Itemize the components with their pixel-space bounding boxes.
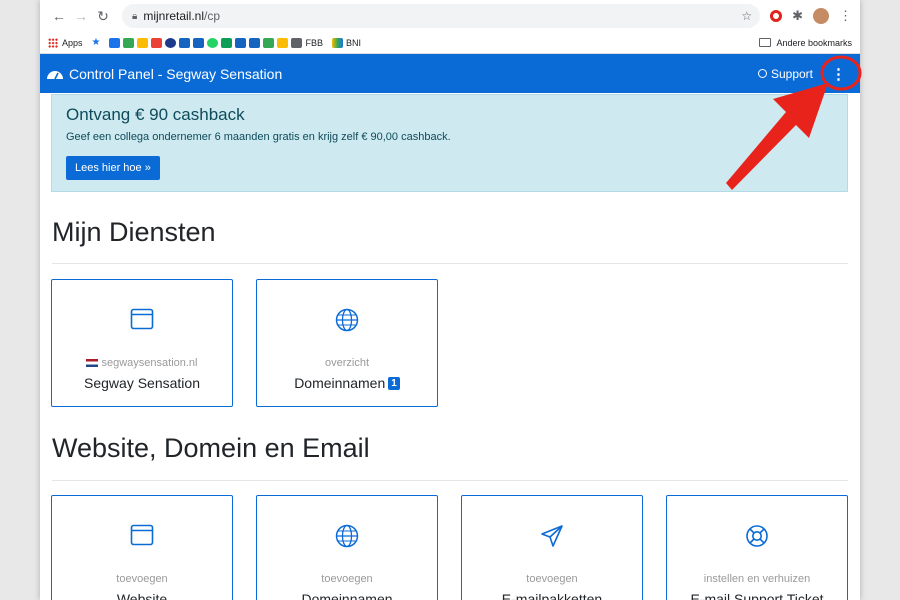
card-emailpakketten-toevoegen[interactable]: toevoegen E-mailpakketten — [461, 495, 643, 600]
card-icon-wrap — [52, 308, 232, 330]
cashback-banner: Ontvang € 90 cashback Geef een collega o… — [51, 94, 848, 192]
section-title-website-domein-email: Website, Domein en Email — [52, 433, 370, 463]
url-path: /cp — [204, 9, 221, 23]
globe-icon — [335, 524, 359, 548]
card-website-toevoegen[interactable]: toevoegen Website — [51, 495, 233, 600]
page-title: Control Panel - Segway Sensation — [69, 65, 283, 82]
card-icon-wrap — [257, 308, 437, 332]
star-icon[interactable]: ☆ — [741, 9, 752, 23]
card-subtitle: instellen en verhuizen — [703, 573, 811, 585]
divider — [52, 480, 848, 481]
folder-icon — [759, 38, 772, 47]
browser-menu-icon[interactable]: ⋮ — [839, 8, 852, 24]
other-bookmarks-label: Andere bookmarks — [776, 37, 852, 48]
bookmark-label: BNI — [346, 37, 362, 48]
bookmark-icon[interactable] — [277, 37, 289, 48]
card-subtitle: toevoegen — [526, 573, 578, 585]
banner-text: Geef een collega ondernemer 6 maanden gr… — [66, 131, 451, 143]
card-title: Segway Sensation — [84, 375, 200, 391]
bookmark-fbb[interactable]: FBB — [291, 37, 323, 48]
bookmark-star[interactable]: ★ — [92, 37, 101, 48]
bookmark-icon[interactable] — [109, 37, 121, 48]
read-more-button[interactable]: Lees hier hoe » — [66, 156, 160, 180]
other-bookmarks[interactable]: Andere bookmarks — [759, 38, 852, 48]
bookmark-icon[interactable] — [123, 37, 135, 48]
profile-avatar[interactable] — [813, 8, 829, 24]
card-title: E-mail Support Ticket — [690, 591, 824, 600]
card-icon-wrap — [667, 524, 847, 548]
section-title-mijn-diensten: Mijn Diensten — [52, 217, 216, 247]
bookmarks-bar: Apps ★ FBB BNI Andere bookmarks — [40, 32, 860, 54]
card-title: Domeinnamen — [301, 591, 393, 600]
card-sub: segwaysensation.nl — [52, 357, 232, 369]
card-segway-sensation[interactable]: segwaysensation.nl Segway Sensation — [51, 279, 233, 407]
card-title: Domeinnamen — [294, 375, 386, 391]
bookmark-icon — [291, 37, 303, 48]
bookmark-label: Apps — [62, 37, 83, 48]
puzzle-icon[interactable]: ✱ — [792, 8, 803, 24]
opera-extension-icon[interactable] — [770, 10, 783, 22]
address-bar[interactable]: 🔒︎ mijnretail.nl/cp ☆ — [122, 4, 761, 28]
bookmark-icon[interactable] — [263, 37, 275, 48]
card-title: E-mailpakketten — [501, 591, 603, 600]
card-title-wrap: Domeinnamen 1 — [257, 375, 437, 391]
support-label: Support — [770, 66, 813, 81]
card-subtitle: toevoegen — [321, 573, 373, 585]
browser-window: ← → ↻ 🔒︎ mijnretail.nl/cp ☆ ✱ ⋮ Apps ★ F… — [40, 0, 860, 600]
star-icon: ★ — [91, 37, 101, 48]
card-icon-wrap — [462, 524, 642, 548]
bookmark-label: FBB — [305, 37, 323, 48]
bookmark-apps[interactable]: Apps — [48, 37, 83, 48]
bookmark-icon[interactable] — [151, 37, 163, 48]
banner-title: Ontvang € 90 cashback — [66, 105, 245, 124]
card-icon-wrap — [52, 524, 232, 546]
globe-icon — [335, 308, 359, 332]
card-domeinnamen-toevoegen[interactable]: toevoegen Domeinnamen — [256, 495, 438, 600]
apps-grid-icon — [48, 37, 58, 48]
more-menu-icon[interactable]: ⋮ — [831, 65, 846, 83]
card-subtitle: overzicht — [324, 357, 370, 369]
forward-icon[interactable]: → — [70, 8, 92, 24]
url-domain: mijnretail.nl — [143, 9, 205, 23]
card-title: Website — [116, 591, 168, 600]
dashboard-gauge-icon — [47, 70, 63, 79]
bookmark-icon[interactable] — [235, 37, 247, 48]
bookmark-icon[interactable] — [249, 37, 261, 48]
bookmark-icon[interactable] — [137, 37, 149, 48]
card-email-support-ticket[interactable]: instellen en verhuizen E-mail Support Ti… — [666, 495, 848, 600]
app-header: Control Panel - Segway Sensation Support… — [40, 54, 860, 93]
browser-toolbar: ← → ↻ 🔒︎ mijnretail.nl/cp ☆ ✱ ⋮ — [40, 0, 860, 32]
bookmark-icon[interactable] — [193, 37, 205, 48]
count-badge: 1 — [388, 376, 400, 390]
back-icon[interactable]: ← — [48, 8, 70, 24]
browser-window-icon — [130, 308, 154, 330]
card-subtitle: toevoegen — [116, 573, 168, 585]
bookmark-icon[interactable] — [165, 37, 177, 48]
browser-window-icon — [130, 524, 154, 546]
card-icon-wrap — [257, 524, 437, 548]
lifebuoy-icon — [746, 525, 768, 547]
paper-plane-icon — [541, 525, 563, 547]
bookmark-icon[interactable] — [221, 37, 233, 48]
bookmark-icon[interactable] — [179, 37, 191, 48]
lifebuoy-icon — [757, 69, 767, 78]
bookmark-bni[interactable]: BNI — [332, 37, 362, 48]
dutch-flag-icon — [86, 359, 99, 367]
reload-icon[interactable]: ↻ — [92, 8, 114, 25]
drive-icon — [332, 37, 343, 48]
divider — [52, 263, 848, 264]
card-domeinnamen-overzicht[interactable]: overzicht Domeinnamen 1 — [256, 279, 438, 407]
support-link[interactable]: Support — [757, 66, 813, 81]
card-subtitle: segwaysensation.nl — [101, 357, 198, 369]
lock-icon: 🔒︎ — [132, 10, 138, 22]
bookmark-icon[interactable] — [207, 37, 219, 48]
